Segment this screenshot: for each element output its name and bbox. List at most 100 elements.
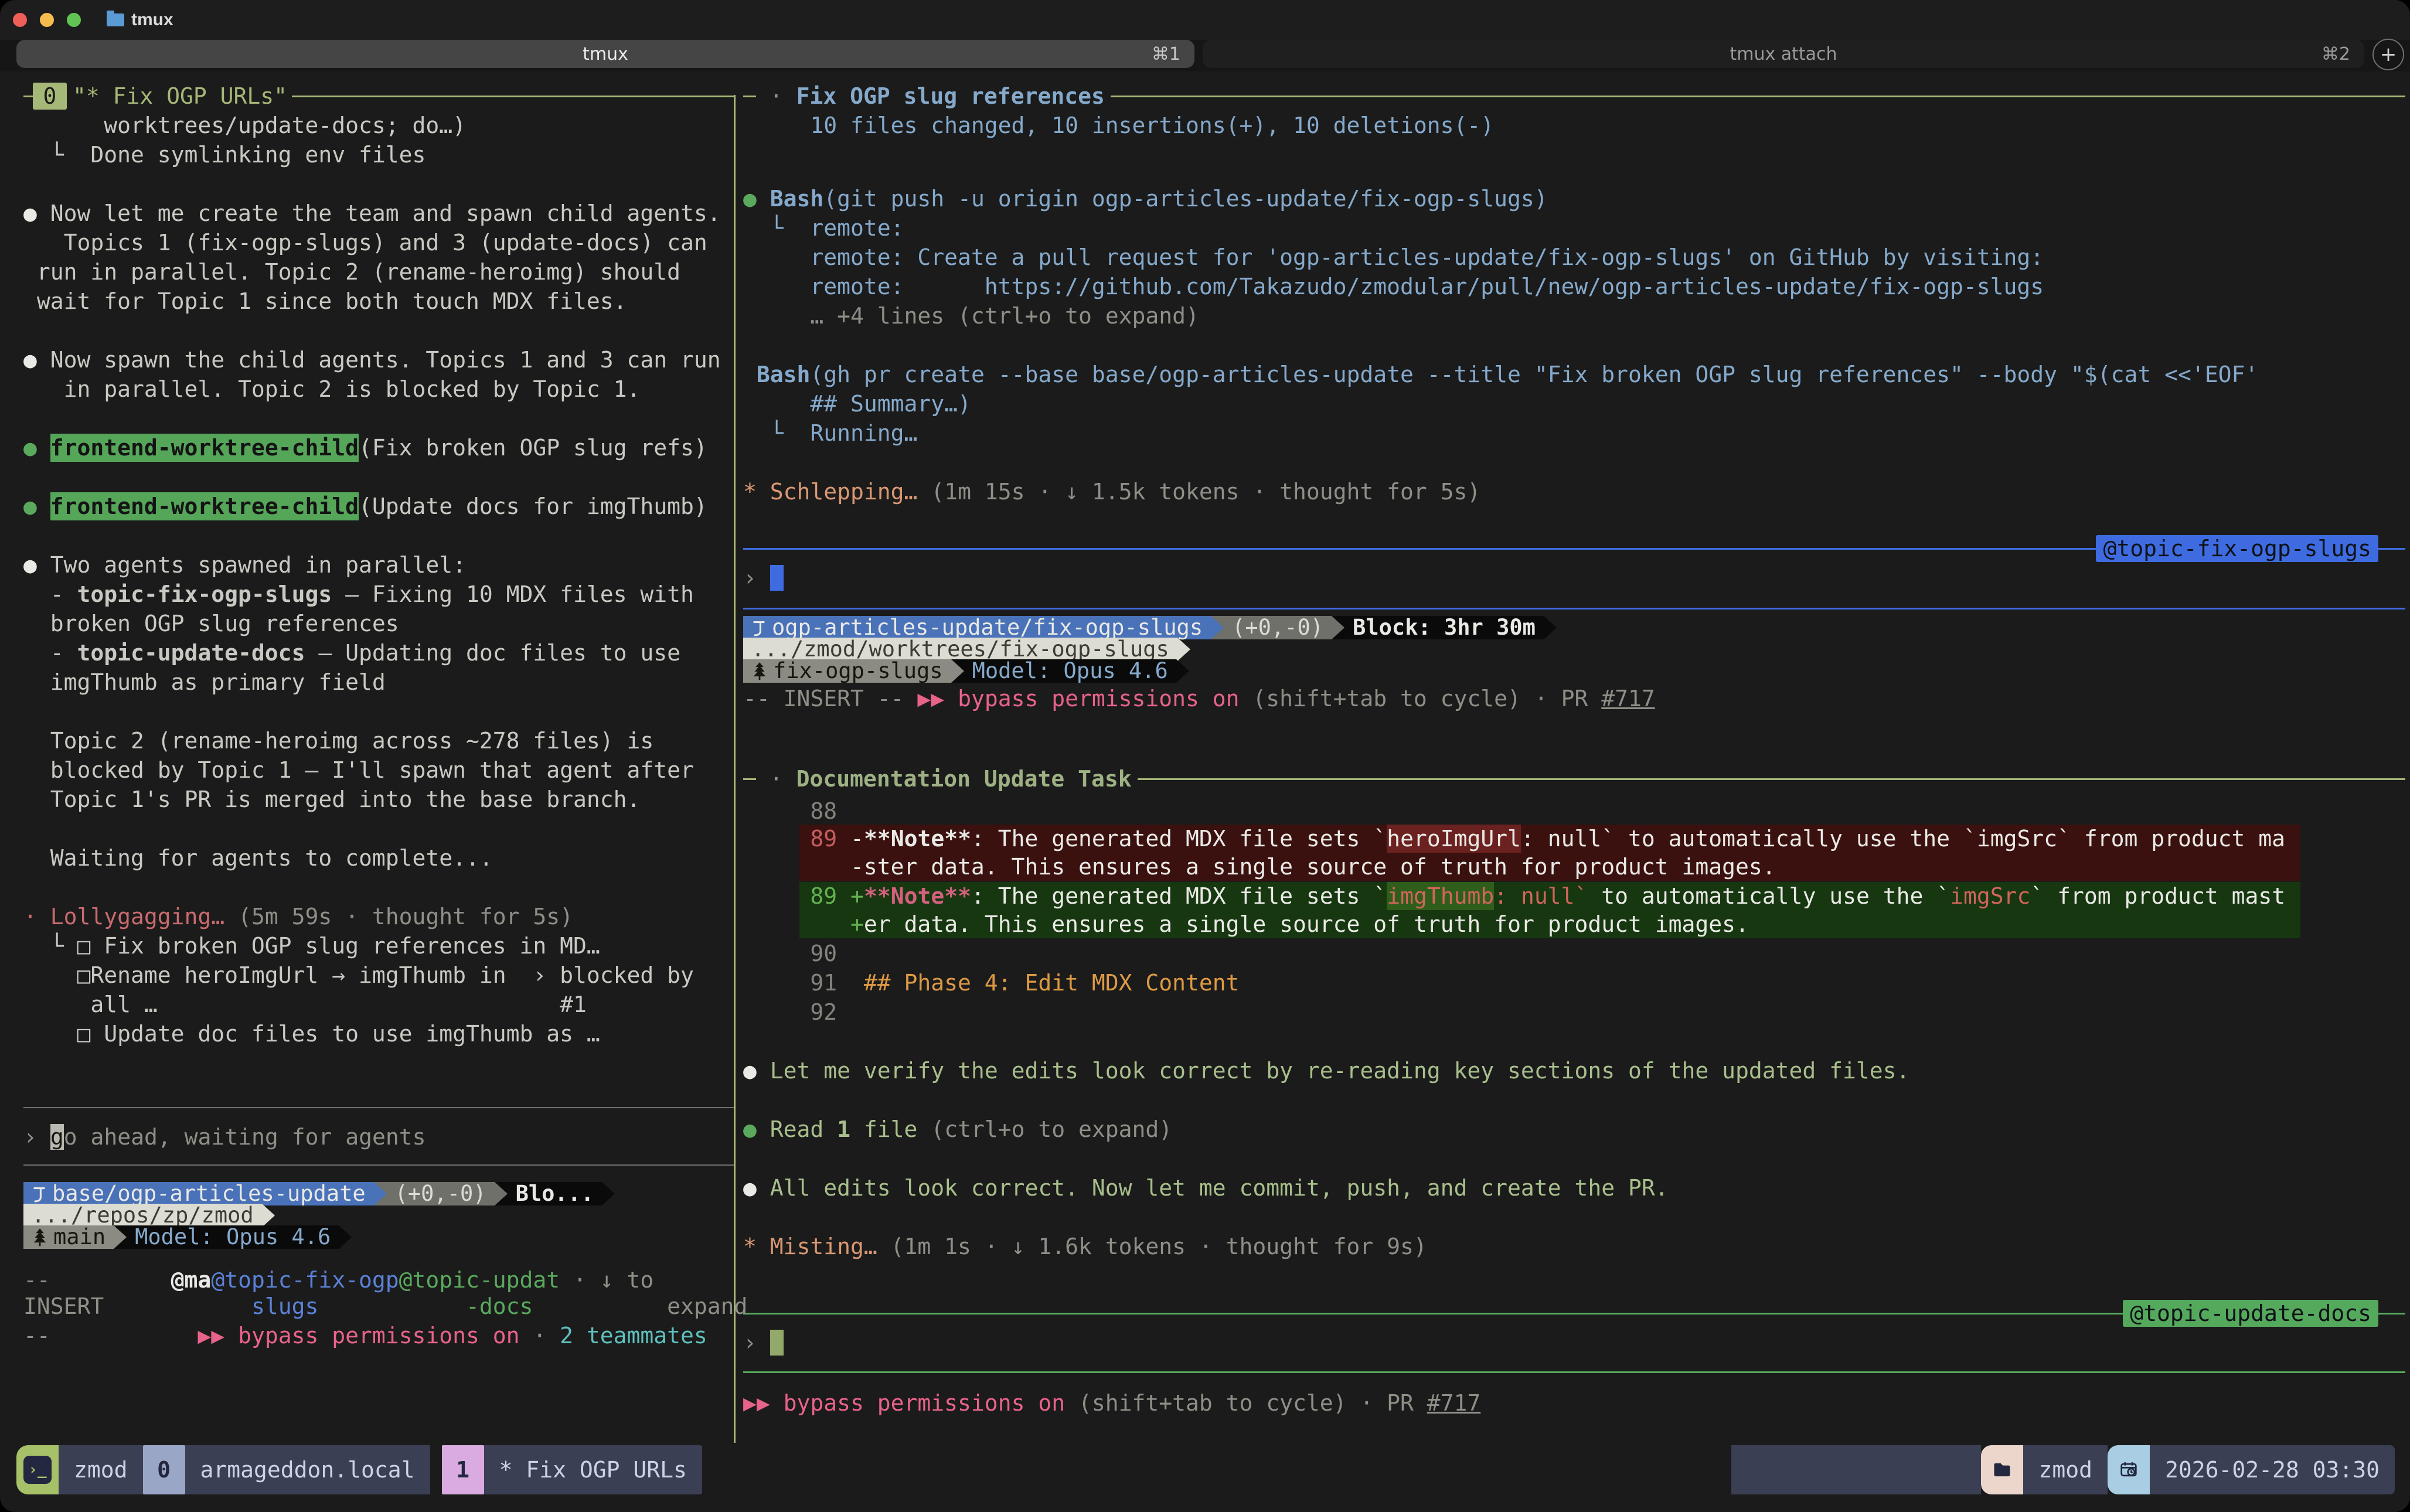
- terminal-text: (5m 59s · thought for 5s): [238, 903, 573, 931]
- terminal-text: wait for Topic 1 since both touch MDX fi…: [23, 287, 627, 315]
- terminal-text: Misting…: [770, 1232, 891, 1261]
- terminal-text: expand: [667, 1292, 747, 1320]
- terminal-row: 92: [743, 998, 2405, 1026]
- terminal-text: Fix OGP slug references: [796, 82, 1105, 110]
- powerline-arrow: [951, 659, 964, 683]
- terminal-row: @topic-update-docs: [743, 1299, 2405, 1327]
- window-1-name[interactable]: * Fix OGP URLs: [484, 1445, 702, 1494]
- model-chip: Model: Opus 4.6: [964, 659, 1176, 683]
- border-line: [23, 96, 33, 97]
- terminal-row: ● Two agents spawned in parallel:: [23, 551, 734, 579]
- calendar-clock-icon: [2108, 1445, 2150, 1494]
- prompt-input-text[interactable]: o ahead, waiting for agents: [64, 1123, 426, 1151]
- terminal-text: Topic 2 (rename-heroimg across ~278 file…: [23, 727, 653, 755]
- terminal-text: (Update docs for imgThumb): [359, 492, 707, 520]
- prompt-chevron[interactable]: ›: [743, 564, 770, 592]
- pane-divider[interactable]: [734, 95, 736, 1443]
- terminal-text: 88: [743, 797, 837, 825]
- terminal-text: (1m 15s · ↓ 1.5k tokens · thought for 5s…: [931, 478, 1480, 506]
- terminal-row: all … #1: [23, 990, 734, 1019]
- border-badge: 0: [33, 83, 67, 110]
- terminal-text: └ □ Fix broken OGP slug references in MD…: [23, 932, 600, 960]
- worktree-chip: main: [23, 1225, 114, 1249]
- terminal-row: Topic 1's PR is merged into the base bra…: [23, 785, 734, 813]
- prompt-chevron[interactable]: ›: [23, 1123, 50, 1151]
- worktree-chip: fix-ogp-slugs: [743, 659, 951, 683]
- window-1-index[interactable]: 1: [442, 1445, 484, 1494]
- terminal-text: 91: [743, 969, 864, 997]
- terminal-text: topic-fix-ogp-slugs: [77, 580, 332, 608]
- terminal-text: +: [850, 910, 864, 938]
- terminal-text: (shift+tab to cycle) · PR: [1240, 685, 1602, 713]
- window-0-index[interactable]: 0: [143, 1445, 185, 1494]
- terminal-text: topic-update-docs: [77, 639, 305, 667]
- text-cursor[interactable]: [770, 565, 784, 591]
- terminal-text: ·: [520, 1322, 560, 1350]
- terminal-text: … +4 lines (ctrl+o to expand): [743, 302, 1199, 330]
- terminal-text: └ Running…: [743, 419, 917, 447]
- terminal-text: **Note**: [864, 825, 971, 853]
- terminal-row: - topic-fix-ogp-slugs — Fixing 10 MDX fi…: [23, 580, 734, 608]
- terminal-text: [318, 1292, 466, 1320]
- terminal-row: -- ▶▶ bypass permissions on · 2 teammate…: [23, 1322, 734, 1350]
- pr-link[interactable]: #717: [1427, 1389, 1481, 1417]
- terminal-row: └ □ Fix broken OGP slug references in MD…: [23, 932, 734, 960]
- terminal-text: @topic-updat: [399, 1266, 560, 1294]
- left-pane-main-agent[interactable]: 0"* Fix OGP URLs" worktrees/update-docs;…: [23, 71, 734, 1445]
- pr-link[interactable]: #717: [1601, 685, 1655, 713]
- zoom-window-icon[interactable]: [67, 13, 81, 27]
- right-pane-child-agents[interactable]: · Fix OGP slug references 10 files chang…: [743, 71, 2405, 1445]
- close-window-icon[interactable]: [13, 13, 27, 27]
- terminal-text: frontend-worktree-child: [50, 434, 359, 462]
- session-name: zmod: [59, 1445, 143, 1494]
- terminal-text: Bash: [757, 360, 811, 389]
- terminal-text: ## Phase 4: Edit MDX Content: [864, 969, 1240, 997]
- tree-icon: [751, 661, 768, 681]
- tab-shortcut: ⌘2: [2322, 44, 2350, 64]
- border-line: [743, 548, 2096, 550]
- terminal-text: frontend-worktree-child: [50, 492, 359, 520]
- path-chip: .../repos/zp/zmod: [23, 1204, 262, 1227]
- block-chip: Block: 3hr 30m: [1344, 616, 1544, 639]
- terminal-row: ● frontend-worktree-child(Fix broken OGP…: [23, 434, 734, 462]
- terminal-text: ●: [23, 492, 50, 520]
- terminal-row: remote: Create a pull request for 'ogp-a…: [743, 243, 2405, 271]
- terminal-row: · Documentation Update Task: [743, 765, 2405, 793]
- terminal-row: remote: https://github.com/Takazudo/zmod…: [743, 273, 2405, 301]
- terminal-row: □ Update doc files to use imgThumb as …: [23, 1020, 734, 1048]
- terminal-text: Now let me create the team and spawn chi…: [50, 199, 721, 227]
- terminal-text: ·: [23, 903, 50, 931]
- terminal-text: heroImgUrl: [1387, 825, 1521, 853]
- terminal-row: Bash(gh pr create --base base/ogp-articl…: [743, 360, 2405, 389]
- terminal-text: ●: [23, 346, 50, 374]
- text-cursor[interactable]: g: [50, 1124, 64, 1150]
- terminal-text: -: [23, 580, 77, 608]
- terminal-text: [743, 360, 757, 389]
- terminal-row: worktrees/update-docs; do…): [23, 111, 734, 139]
- terminal-text: bypass permissions on: [784, 1389, 1065, 1417]
- tab-tmux-attach[interactable]: tmux attach ⌘2: [1203, 40, 2364, 68]
- window-0-name[interactable]: armageddon.local: [185, 1445, 430, 1494]
- terminal-row: [743, 1358, 2405, 1386]
- border-line: [1111, 96, 2405, 97]
- terminal-text: all … #1: [23, 990, 587, 1019]
- terminal-row: Topics 1 (fix-ogp-slugs) and 3 (update-d…: [23, 229, 734, 257]
- terminal-text: remote: https://github.com/Takazudo/zmod…: [743, 273, 2044, 301]
- tab-tmux[interactable]: tmux ⌘1: [16, 40, 1194, 68]
- terminal-text: : The generated MDX file sets `: [971, 825, 1387, 853]
- powerline-arrow: [1176, 659, 1189, 683]
- terminal-text: 92: [743, 998, 837, 1026]
- terminal-text: INSERT: [23, 1292, 251, 1320]
- terminal-row: run in parallel. Topic 2 (rename-heroimg…: [23, 258, 734, 286]
- terminal-row: ● Let me verify the edits look correct b…: [743, 1057, 2405, 1085]
- terminal-text: 2 teammates: [560, 1322, 707, 1350]
- new-tab-button[interactable]: +: [2372, 39, 2404, 70]
- terminal-text: blocked by Topic 1 — I'll spawn that age…: [23, 756, 694, 784]
- terminal-row: - topic-update-docs — Updating doc files…: [23, 639, 734, 667]
- minimize-window-icon[interactable]: [40, 13, 54, 27]
- terminal-text: Let me verify the edits look correct by …: [770, 1057, 1910, 1085]
- prompt-chevron[interactable]: ›: [743, 1329, 770, 1357]
- text-cursor[interactable]: [770, 1330, 784, 1356]
- terminal-text: [743, 825, 810, 853]
- path-chip: .../zmod/worktrees/fix-ogp-slugs: [743, 638, 1177, 661]
